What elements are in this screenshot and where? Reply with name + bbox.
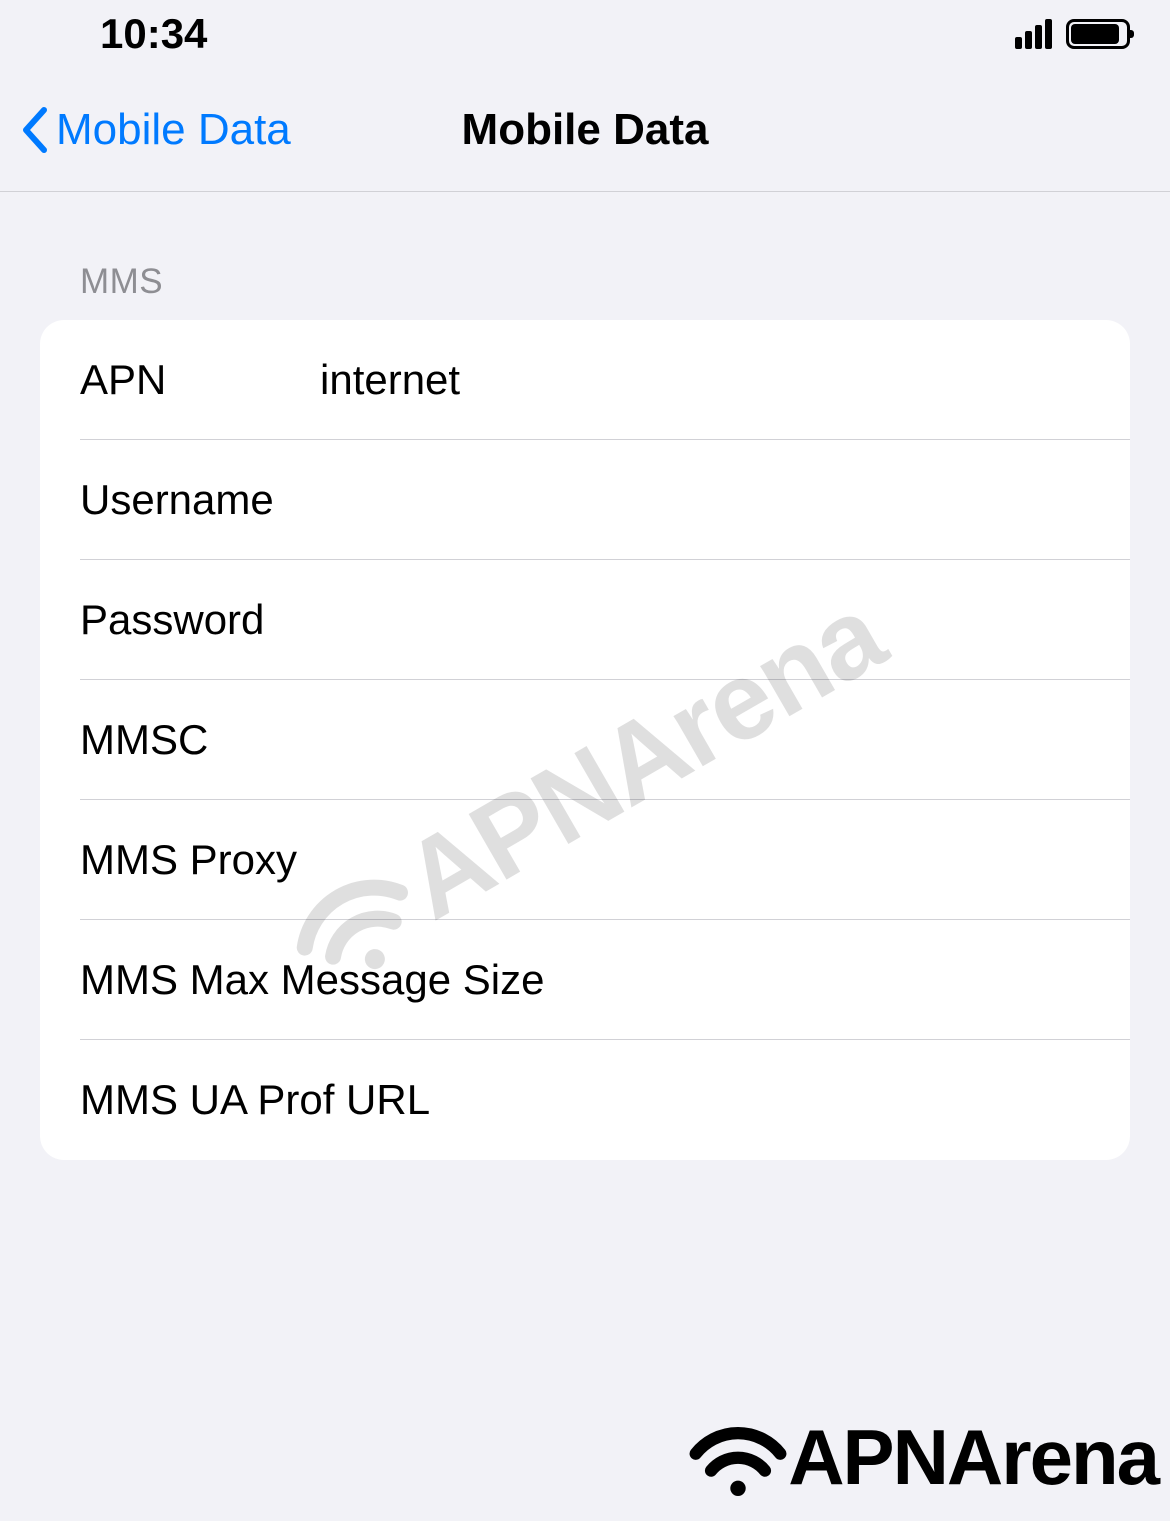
label-username: Username [80,476,320,524]
page-title: Mobile Data [462,105,709,155]
back-label: Mobile Data [56,105,291,155]
row-mms-ua-prof-url[interactable]: MMS UA Prof URL [40,1040,1130,1160]
status-indicators [1015,19,1130,49]
label-password: Password [80,596,320,644]
label-mms-ua-prof-url: MMS UA Prof URL [80,1076,430,1124]
settings-group-mms: APN Username Password MMSC MMS Proxy MMS… [40,320,1130,1160]
footer-text: APNArena [788,1412,1158,1503]
section-header-mms: MMS [0,262,1170,320]
content-area: MMS APN Username Password MMSC MMS Proxy… [0,192,1170,1160]
input-mms-max-message-size[interactable] [544,956,1130,1004]
input-mmsc[interactable] [320,716,1130,764]
label-mms-proxy: MMS Proxy [80,836,297,884]
row-apn[interactable]: APN [40,320,1130,440]
row-mmsc[interactable]: MMSC [40,680,1130,800]
label-apn: APN [80,356,320,404]
input-mms-ua-prof-url[interactable] [430,1076,1130,1124]
status-time: 10:34 [100,10,207,58]
status-bar: 10:34 [0,0,1170,68]
wifi-icon [688,1415,788,1500]
row-username[interactable]: Username [40,440,1130,560]
label-mms-max-message-size: MMS Max Message Size [80,956,544,1004]
row-mms-max-message-size[interactable]: MMS Max Message Size [40,920,1130,1040]
row-password[interactable]: Password [40,560,1130,680]
row-mms-proxy[interactable]: MMS Proxy [40,800,1130,920]
back-button[interactable]: Mobile Data [20,105,291,155]
label-mmsc: MMSC [80,716,320,764]
battery-icon [1066,19,1130,49]
footer-logo: APNArena [688,1412,1158,1503]
cellular-signal-icon [1015,19,1052,49]
input-apn[interactable] [320,356,1130,404]
navigation-bar: Mobile Data Mobile Data [0,68,1170,192]
chevron-left-icon [20,106,50,154]
input-username[interactable] [320,476,1130,524]
input-password[interactable] [320,596,1130,644]
input-mms-proxy[interactable] [297,836,1130,884]
